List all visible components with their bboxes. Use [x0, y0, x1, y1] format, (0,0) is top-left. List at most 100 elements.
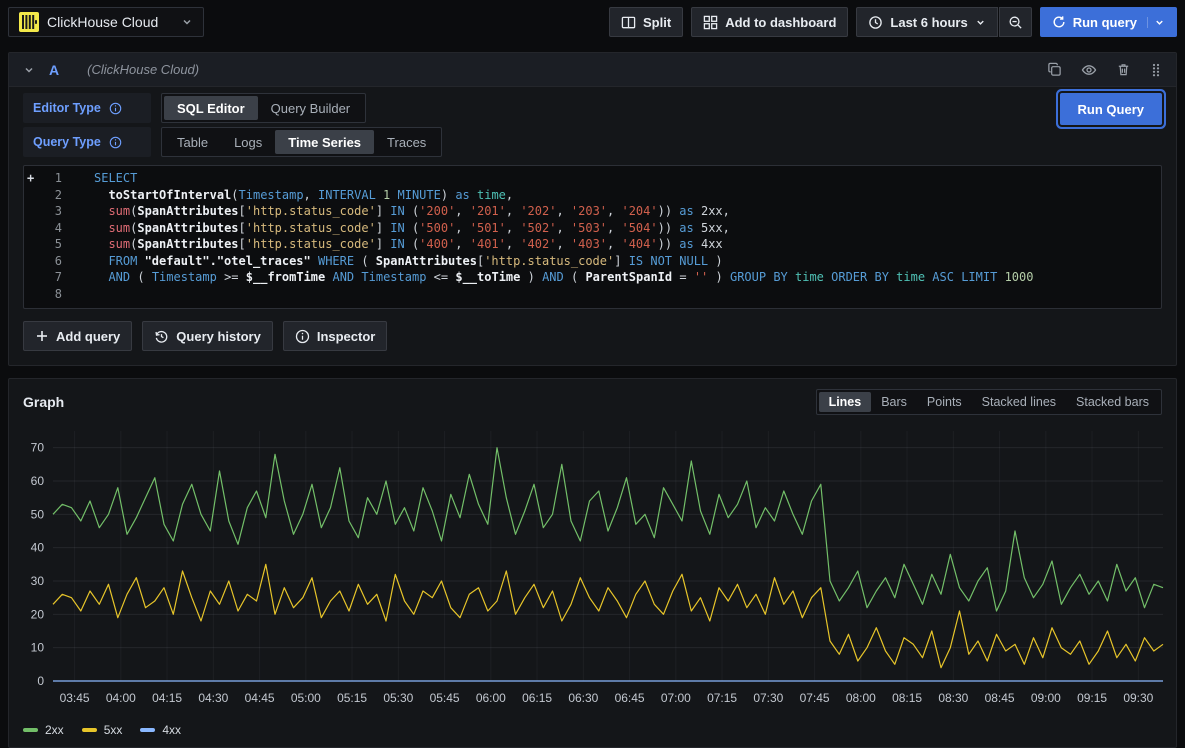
collapse-chevron-icon[interactable]	[23, 64, 35, 76]
x-tick-label: 07:30	[753, 691, 783, 705]
graph-mode-points[interactable]: Points	[917, 392, 972, 412]
y-tick-label: 10	[31, 641, 45, 655]
query-type-table[interactable]: Table	[164, 130, 221, 154]
delete-query-trash-button[interactable]	[1116, 62, 1131, 77]
code-line-content: sum(SpanAttributes['http.status_code'] I…	[94, 236, 723, 253]
x-tick-label: 04:15	[152, 691, 182, 705]
x-tick-label: 07:45	[800, 691, 830, 705]
x-tick-label: 06:00	[476, 691, 506, 705]
history-icon	[154, 329, 169, 344]
code-line-content: toStartOfInterval(Timestamp, INTERVAL 1 …	[94, 187, 513, 204]
code-line-4: 4 sum(SpanAttributes['http.status_code']…	[24, 220, 1157, 237]
query-type-label: Query Type	[33, 135, 101, 149]
y-tick-label: 50	[31, 507, 45, 521]
query-row-header[interactable]: A (ClickHouse Cloud)	[9, 53, 1176, 87]
code-line-content: SELECT	[94, 170, 137, 187]
datasource-picker[interactable]: ClickHouse Cloud	[8, 7, 204, 37]
inspector-label: Inspector	[317, 329, 376, 344]
legend-item-5xx[interactable]: 5xx	[82, 723, 123, 737]
line-number: 1	[38, 170, 62, 187]
x-tick-label: 05:15	[337, 691, 367, 705]
editor-type-label: Editor Type	[33, 101, 101, 115]
query-history-label: Query history	[176, 329, 261, 344]
add-query-label: Add query	[56, 329, 120, 344]
editor-type-sql-editor[interactable]: SQL Editor	[164, 96, 258, 120]
line-number: 5	[38, 236, 62, 253]
info-circle-icon	[295, 329, 310, 344]
graph-mode-lines[interactable]: Lines	[819, 392, 872, 412]
line-number: 2	[38, 187, 62, 204]
graph-mode-toggle: LinesBarsPointsStacked linesStacked bars	[816, 389, 1162, 415]
x-tick-label: 08:30	[938, 691, 968, 705]
add-query-button[interactable]: Add query	[23, 321, 132, 351]
code-line-content: AND ( Timestamp >= $__fromTime AND Times…	[94, 269, 1033, 286]
y-tick-label: 40	[31, 541, 45, 555]
query-type-logs[interactable]: Logs	[221, 130, 275, 154]
split-icon	[621, 15, 636, 30]
editor-type-query-builder[interactable]: Query Builder	[258, 96, 363, 120]
time-series-chart[interactable]: 03:4504:0004:1504:3004:4505:0005:1505:30…	[17, 421, 1168, 721]
line-number: 4	[38, 220, 62, 237]
query-history-button[interactable]: Query history	[142, 321, 273, 351]
plus-icon	[35, 329, 49, 343]
y-tick-label: 20	[31, 607, 45, 621]
code-fold-plus-icon[interactable]: +	[27, 170, 34, 187]
drag-handle-icon[interactable]	[1150, 62, 1162, 78]
y-tick-label: 0	[37, 674, 44, 688]
query-datasource-hint: (ClickHouse Cloud)	[87, 62, 199, 77]
time-range-label: Last 6 hours	[890, 15, 967, 30]
add-to-dashboard-label: Add to dashboard	[725, 15, 836, 30]
code-line-content: sum(SpanAttributes['http.status_code'] I…	[94, 220, 730, 237]
x-tick-label: 09:30	[1123, 691, 1153, 705]
chevron-down-icon	[975, 17, 986, 28]
add-to-dashboard-button[interactable]: Add to dashboard	[691, 7, 848, 37]
zoom-out-icon	[1008, 15, 1023, 30]
run-query-button[interactable]: Run Query	[1060, 93, 1162, 125]
time-range-picker[interactable]: Last 6 hours	[856, 7, 997, 37]
x-tick-label: 05:45	[430, 691, 460, 705]
refresh-icon	[1052, 15, 1066, 29]
graph-mode-bars[interactable]: Bars	[871, 392, 917, 412]
y-tick-label: 70	[31, 441, 45, 455]
editor-type-label-box: Editor Type	[23, 93, 151, 123]
hide-query-eye-button[interactable]	[1081, 62, 1097, 78]
x-tick-label: 06:15	[522, 691, 552, 705]
query-type-toggle: TableLogsTime SeriesTraces	[161, 127, 442, 157]
clickhouse-logo-icon	[19, 12, 39, 32]
x-tick-label: 08:45	[985, 691, 1015, 705]
code-line-6: 6 FROM "default"."otel_traces" WHERE ( S…	[24, 253, 1157, 270]
legend-label-4xx: 4xx	[162, 723, 181, 737]
legend-item-4xx[interactable]: 4xx	[140, 723, 181, 737]
editor-type-toggle: SQL EditorQuery Builder	[161, 93, 366, 123]
legend-item-2xx[interactable]: 2xx	[23, 723, 64, 737]
query-ref-id: A	[49, 62, 59, 78]
sql-editor[interactable]: +1 SELECT 2 toStartOfInterval(Timestamp, I…	[23, 165, 1162, 309]
series-line-2xx	[53, 448, 1163, 611]
split-label: Split	[643, 15, 671, 30]
duplicate-query-button[interactable]	[1047, 62, 1062, 77]
legend-label-2xx: 2xx	[45, 723, 64, 737]
x-tick-label: 07:15	[707, 691, 737, 705]
inspector-button[interactable]: Inspector	[283, 321, 388, 351]
graph-mode-stacked-bars[interactable]: Stacked bars	[1066, 392, 1159, 412]
run-query-toolbar-button[interactable]: Run query	[1040, 7, 1177, 37]
graph-mode-stacked-lines[interactable]: Stacked lines	[972, 392, 1066, 412]
y-tick-label: 30	[31, 574, 45, 588]
query-type-time-series[interactable]: Time Series	[275, 130, 374, 154]
x-tick-label: 09:15	[1077, 691, 1107, 705]
x-tick-label: 07:00	[661, 691, 691, 705]
query-type-traces[interactable]: Traces	[374, 130, 439, 154]
clock-icon	[868, 15, 883, 30]
split-button[interactable]: Split	[609, 7, 683, 37]
x-tick-label: 03:45	[60, 691, 90, 705]
x-tick-label: 06:45	[615, 691, 645, 705]
code-line-7: 7 AND ( Timestamp >= $__fromTime AND Tim…	[24, 269, 1157, 286]
chevron-down-icon	[1147, 17, 1165, 28]
info-icon[interactable]	[109, 102, 122, 115]
zoom-out-time-button[interactable]	[999, 7, 1032, 37]
line-number: 7	[38, 269, 62, 286]
code-line-5: 5 sum(SpanAttributes['http.status_code']…	[24, 236, 1157, 253]
graph-panel: Graph LinesBarsPointsStacked linesStacke…	[8, 378, 1177, 748]
line-number: 3	[38, 203, 62, 220]
info-icon[interactable]	[109, 136, 122, 149]
